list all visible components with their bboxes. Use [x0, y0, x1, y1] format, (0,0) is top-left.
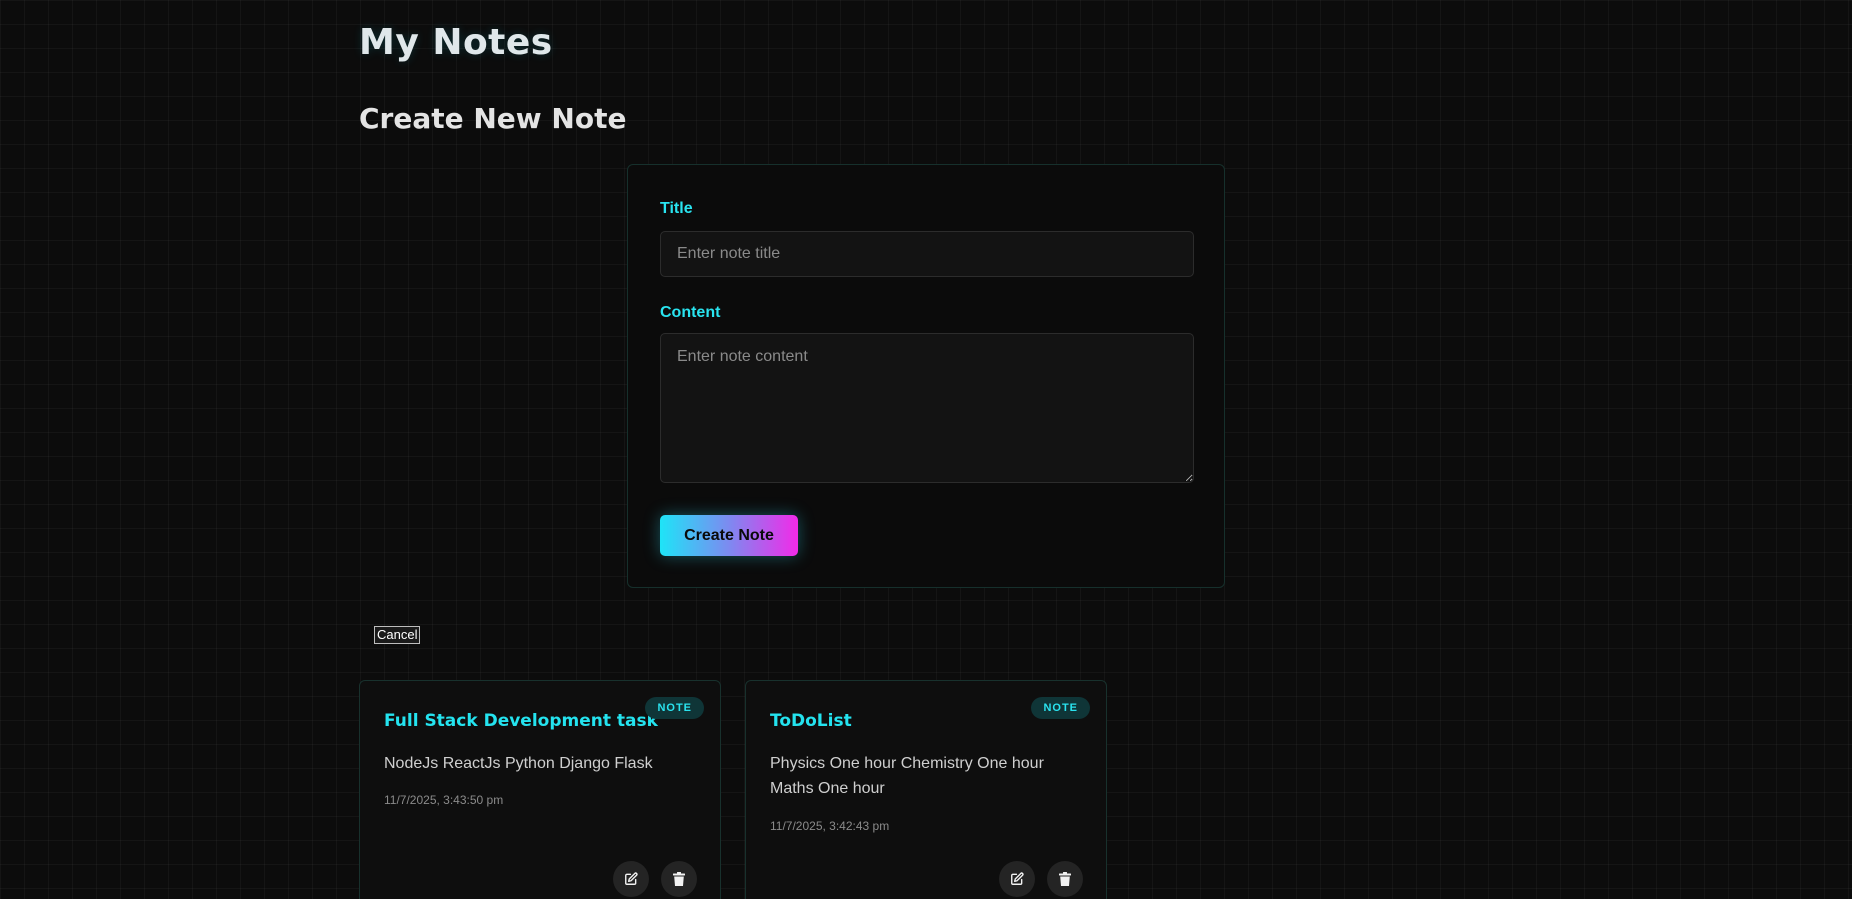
page-title: My Notes — [359, 22, 553, 63]
note-content: Physics One hour Chemistry One hour Math… — [770, 755, 1044, 797]
note-content: NodeJs ReactJs Python Django Flask — [384, 755, 653, 772]
note-card: Full Stack Development task NOTE NodeJs … — [359, 680, 721, 899]
create-note-button[interactable]: Create Note — [660, 515, 798, 556]
notes-list: Full Stack Development task NOTE NodeJs … — [359, 680, 1489, 899]
cancel-button[interactable]: Cancel — [374, 626, 421, 644]
note-date: 11/7/2025, 3:43:50 pm — [384, 793, 504, 807]
trash-icon — [673, 872, 685, 886]
edit-icon — [624, 872, 638, 886]
note-badge: NOTE — [1031, 697, 1090, 719]
title-label: Title — [660, 200, 693, 217]
create-note-heading: Create New Note — [359, 102, 627, 135]
note-date: 11/7/2025, 3:42:43 pm — [770, 819, 890, 833]
edit-note-button[interactable] — [999, 861, 1035, 897]
title-input[interactable] — [660, 231, 1194, 277]
note-badge: NOTE — [645, 697, 704, 719]
delete-note-button[interactable] — [661, 861, 697, 897]
note-title: Full Stack Development task — [384, 711, 658, 731]
note-title: ToDoList — [770, 711, 852, 731]
edit-icon — [1010, 872, 1024, 886]
trash-icon — [1059, 872, 1071, 886]
delete-note-button[interactable] — [1047, 861, 1083, 897]
app-container: My Notes Create New Note Title Content C… — [359, 0, 1489, 899]
content-label: Content — [660, 304, 721, 321]
edit-note-button[interactable] — [613, 861, 649, 897]
note-card: ToDoList NOTE Physics One hour Chemistry… — [745, 680, 1107, 899]
create-note-form: Title Content Create Note — [627, 164, 1225, 588]
content-textarea[interactable] — [660, 333, 1194, 483]
